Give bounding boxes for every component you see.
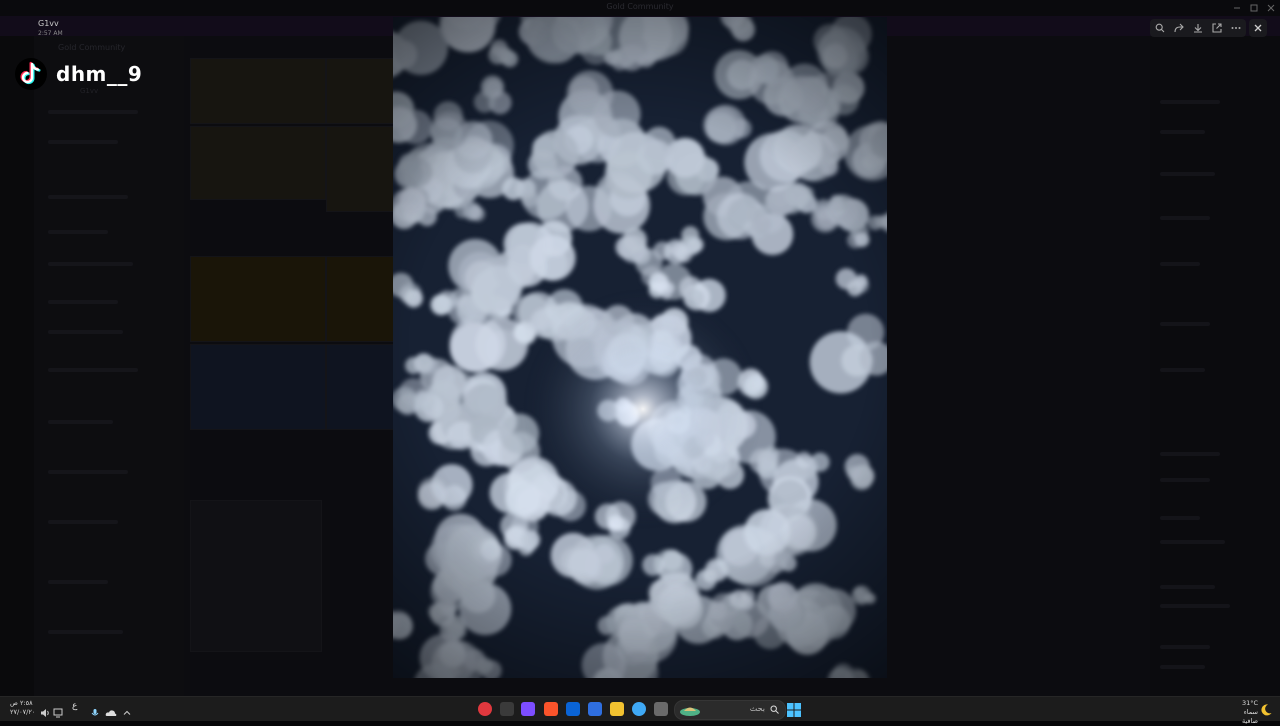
member-list (1150, 36, 1280, 696)
member-row (1160, 172, 1215, 176)
background-titlebar: Gold Community (0, 0, 1280, 16)
member-row (1160, 322, 1210, 326)
search-highlight-icon (680, 707, 700, 716)
input-language[interactable]: ع (72, 701, 82, 715)
app-icon-discord[interactable] (521, 702, 535, 716)
member-row (1160, 130, 1205, 134)
member-row (1160, 262, 1200, 266)
channel-row (48, 630, 123, 634)
window-close-icon[interactable] (1266, 3, 1276, 13)
channel-row (48, 230, 108, 234)
app-icon-blue[interactable] (566, 702, 580, 716)
speaker-icon[interactable] (40, 703, 50, 717)
forward-icon[interactable] (1172, 21, 1186, 35)
background-title: Gold Community (606, 2, 674, 11)
background-thumbnail (326, 58, 394, 124)
channel-row (48, 420, 113, 424)
background-thumbnail (190, 500, 322, 652)
background-thumbnail (190, 344, 326, 430)
close-icon (1254, 24, 1262, 32)
channel-row (48, 520, 118, 524)
background-thumbnail (190, 126, 326, 200)
channel-row (48, 195, 128, 199)
app-icon-calendar[interactable] (588, 702, 602, 716)
brave-browser-icon[interactable] (544, 702, 558, 716)
server-rail (0, 36, 34, 696)
channel-row (48, 470, 128, 474)
clock-time: ٢:٥٨ ص (10, 699, 33, 707)
channel-row (48, 262, 133, 266)
member-row (1160, 478, 1210, 482)
channel-row (48, 368, 138, 372)
open-external-icon[interactable] (1210, 21, 1224, 35)
watermark-username: dhm__9 (56, 62, 143, 86)
search-placeholder: بحث (749, 704, 765, 713)
viewer-toolbar (1150, 19, 1246, 37)
channel-row (48, 110, 138, 114)
member-row (1160, 368, 1205, 372)
taskbar-clock[interactable]: ٢:٥٨ ص ٢٧/٠٧/٢٠ (10, 699, 35, 717)
tiktok-logo-icon (15, 58, 47, 90)
background-thumbnail (326, 256, 394, 342)
tiktok-watermark: dhm__9 (14, 56, 142, 92)
channel-sidebar (34, 36, 184, 696)
member-row (1160, 645, 1210, 649)
chevron-up-icon[interactable] (122, 703, 132, 715)
taskbar: ٢:٥٨ ص ٢٧/٠٧/٢٠ ع بحث 31°C سماء صافية (0, 696, 1280, 725)
app-icon-chrome[interactable] (632, 702, 646, 716)
file-explorer-icon[interactable] (610, 702, 624, 716)
member-row (1160, 516, 1200, 520)
more-icon[interactable] (1229, 21, 1243, 35)
minimize-icon[interactable] (1232, 3, 1242, 13)
network-icon[interactable] (53, 703, 63, 718)
task-view-icon[interactable] (654, 702, 668, 716)
search-icon (770, 705, 779, 714)
weather-temp: 31°C (1241, 699, 1258, 707)
close-viewer-button[interactable] (1249, 19, 1267, 37)
background-thumbnail (190, 256, 326, 342)
background-server-name: Gold Community (58, 43, 126, 52)
app-icon-red[interactable] (478, 702, 492, 716)
channel-row (48, 140, 118, 144)
maximize-icon[interactable] (1249, 3, 1259, 13)
member-row (1160, 216, 1210, 220)
member-row (1160, 452, 1220, 456)
member-row (1160, 665, 1205, 669)
download-icon[interactable] (1191, 21, 1205, 35)
app-icon-terminal[interactable] (500, 702, 514, 716)
member-row (1160, 604, 1230, 608)
member-row (1160, 585, 1215, 589)
onedrive-icon[interactable] (105, 703, 117, 716)
background-thumbnail (326, 344, 394, 430)
microphone-icon[interactable] (90, 703, 100, 716)
channel-row (48, 300, 118, 304)
uploader-name: G1vv (38, 19, 59, 28)
background-thumbnail (326, 126, 394, 212)
upload-time: 2:57 AM (38, 30, 63, 37)
member-row (1160, 540, 1225, 544)
clock-date: ٢٧/٠٧/٢٠ (10, 708, 36, 716)
background-thumbnail (190, 58, 326, 124)
taskbar-search[interactable]: بحث (674, 700, 786, 720)
channel-row (48, 330, 123, 334)
moon-weather-icon (1259, 702, 1273, 716)
channel-row (48, 580, 108, 584)
zoom-icon[interactable] (1153, 21, 1167, 35)
cloud-sky-photo (393, 17, 887, 678)
member-row (1160, 100, 1220, 104)
viewer-image[interactable] (393, 17, 887, 678)
start-windows-icon[interactable] (787, 702, 801, 717)
weather-widget[interactable]: 31°C سماء صافية (1226, 699, 1258, 726)
weather-desc: سماء صافية (1241, 708, 1258, 725)
